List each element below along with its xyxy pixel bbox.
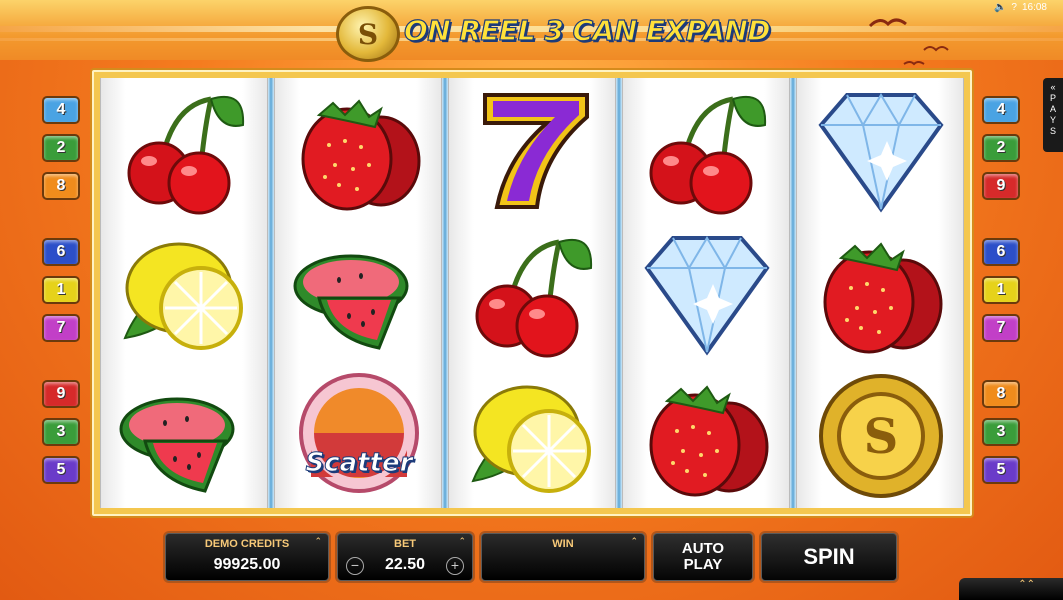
- chevron-up-icon[interactable]: ⌃: [458, 536, 466, 547]
- payline-4-button[interactable]: 4: [42, 96, 80, 124]
- payline-9-button[interactable]: 9: [42, 380, 80, 408]
- game-logo-coin: S: [336, 6, 400, 62]
- symbol-cherries: [449, 221, 617, 364]
- spin-label: SPIN: [803, 544, 855, 569]
- spin-button[interactable]: SPIN: [761, 533, 897, 581]
- reel-2: Scatter: [274, 78, 442, 508]
- reel-3: [448, 78, 616, 508]
- bet-label: BET: [394, 538, 416, 550]
- symbol-lemon: [101, 221, 269, 364]
- payline-8-button[interactable]: 8: [42, 172, 80, 200]
- autoplay-label-line2: PLAY: [683, 556, 723, 573]
- symbol-watermelon: [101, 364, 269, 507]
- symbol-diamond: [623, 221, 791, 364]
- symbol-gold-coin: S: [797, 364, 965, 507]
- symbol-strawberry: [623, 364, 791, 507]
- reel-5: S: [796, 78, 964, 508]
- symbol-lemon: [449, 364, 617, 507]
- payline-3-button[interactable]: 3: [982, 418, 1020, 446]
- credits-value: 99925.00: [213, 556, 281, 573]
- symbol-cherries: [623, 78, 791, 221]
- help-icon[interactable]: ?: [1011, 2, 1017, 13]
- payline-7-button[interactable]: 7: [42, 314, 80, 342]
- birds-silhouette: [868, 18, 949, 66]
- bet-increase-button[interactable]: +: [446, 557, 464, 575]
- credits-label: DEMO CREDITS: [204, 538, 290, 550]
- credits-panel: DEMO CREDITS ⌃ 99925.00: [165, 533, 329, 581]
- double-chevron-left-icon: «: [1050, 82, 1056, 92]
- payline-2-button[interactable]: 2: [42, 134, 80, 162]
- menu-tab[interactable]: ⌃⌃: [959, 578, 1063, 600]
- payline-8-button[interactable]: 8: [982, 380, 1020, 408]
- win-panel: WIN ⌃: [481, 533, 645, 581]
- speaker-icon[interactable]: 🔈: [994, 2, 1006, 13]
- svg-text:S: S: [864, 409, 899, 465]
- payline-2-button[interactable]: 2: [982, 134, 1020, 162]
- payline-4-button[interactable]: 4: [982, 96, 1020, 124]
- chevron-up-icon[interactable]: ⌃: [630, 536, 638, 547]
- symbol-strawberry: [275, 78, 443, 221]
- payline-6-button[interactable]: 6: [982, 238, 1020, 266]
- symbol-cherries: [101, 78, 269, 221]
- system-status: 🔈 ? 16:08: [994, 2, 1047, 13]
- autoplay-label-line1: AUTO: [681, 540, 725, 557]
- logo-letter: S: [357, 17, 379, 51]
- symbol-strawberry: [797, 221, 965, 364]
- reel-4: [622, 78, 790, 508]
- chevron-up-icon[interactable]: ⌃: [314, 536, 322, 547]
- reel-area: Scatter S: [92, 70, 972, 516]
- bet-panel: BET ⌃ − 22.50 +: [337, 533, 473, 581]
- pays-label: PAYS: [1049, 93, 1056, 136]
- payline-3-button[interactable]: 3: [42, 418, 80, 446]
- win-label: WIN: [552, 538, 574, 550]
- symbol-scatter: Scatter: [275, 364, 443, 507]
- payline-6-button[interactable]: 6: [42, 238, 80, 266]
- symbol-diamond: [797, 78, 965, 221]
- payline-1-button[interactable]: 1: [42, 276, 80, 304]
- payline-7-button[interactable]: 7: [982, 314, 1020, 342]
- payline-9-button[interactable]: 9: [982, 172, 1020, 200]
- payline-5-button[interactable]: 5: [42, 456, 80, 484]
- scatter-label: Scatter: [305, 448, 413, 479]
- symbol-seven: [449, 78, 617, 221]
- symbol-watermelon: [275, 221, 443, 364]
- pays-tab[interactable]: « PAYS: [1043, 78, 1063, 152]
- reel-1: [100, 78, 268, 508]
- feature-banner-text: ON REEL 3 CAN EXPAND: [403, 13, 771, 47]
- payline-1-button[interactable]: 1: [982, 276, 1020, 304]
- payline-5-button[interactable]: 5: [982, 456, 1020, 484]
- clock: 16:08: [1021, 2, 1047, 13]
- autoplay-button[interactable]: AUTO PLAY: [653, 533, 753, 581]
- double-chevron-up-icon: ⌃⌃: [1018, 579, 1035, 590]
